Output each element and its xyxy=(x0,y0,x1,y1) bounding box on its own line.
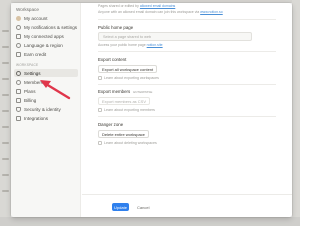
plans-icon xyxy=(16,88,21,94)
settings-icon xyxy=(16,70,21,76)
background-page-sidebar xyxy=(0,0,11,226)
sidebar-item-label: My connected apps xyxy=(24,33,64,39)
sidebar-item-label: Billing xyxy=(24,97,37,103)
export-members-heading: Export members ENTERPRISE xyxy=(98,89,153,94)
public-home-input[interactable]: Select a page shared to web xyxy=(98,32,252,41)
bell-icon xyxy=(16,24,21,30)
workspace-name[interactable]: Workspace xyxy=(16,7,39,12)
settings-sidebar: Workspace My account My notifications & … xyxy=(11,3,81,217)
public-home-heading: Public home page xyxy=(98,25,134,30)
section-divider xyxy=(98,84,276,85)
sidebar-item-label: My account xyxy=(24,15,48,21)
sidebar-item-label: Security & identity xyxy=(24,106,61,112)
sidebar-item-label: Integrations xyxy=(24,115,49,121)
public-home-hint: Access your public home page notion.site xyxy=(98,43,163,47)
delete-workspace-button[interactable]: Delete entire workspace xyxy=(98,130,149,138)
sidebar-item-connected-apps[interactable]: My connected apps xyxy=(14,32,78,40)
cancel-button[interactable]: Cancel xyxy=(137,203,149,211)
settings-modal: Workspace My account My notifications & … xyxy=(11,3,292,217)
delete-workspace-learn[interactable]: Learn about deleting workspaces xyxy=(98,141,157,145)
members-icon xyxy=(16,79,21,85)
domain-link[interactable]: allowed email domains xyxy=(140,4,175,8)
section-divider xyxy=(98,19,276,20)
sidebar-item-settings[interactable]: Settings xyxy=(14,69,78,77)
sidebar-item-notifications[interactable]: My notifications & settings xyxy=(14,23,78,31)
public-home-placeholder: Select a page shared to web xyxy=(103,34,152,39)
sidebar-item-label: Settings xyxy=(24,70,41,76)
update-button[interactable]: Update xyxy=(112,203,129,211)
modal-footer: Update Cancel xyxy=(82,194,292,217)
settings-content: Pages shared or edited by allowed email … xyxy=(82,3,292,217)
danger-zone-heading: Danger zone xyxy=(98,122,124,127)
grid-icon xyxy=(16,115,21,121)
sidebar-item-my-account[interactable]: My account xyxy=(14,14,78,22)
section-divider xyxy=(98,116,276,117)
sidebar-item-label: Earn credit xyxy=(24,51,47,57)
export-members-button[interactable]: Export members as CSV xyxy=(98,97,151,105)
shield-icon xyxy=(16,106,21,112)
public-home-link[interactable]: notion.site xyxy=(147,43,163,47)
export-members-learn[interactable]: Learn about exporting members xyxy=(98,108,155,112)
workspace-link[interactable]: www.notion.so xyxy=(200,10,223,14)
top-info-line: Pages shared or edited by allowed email … xyxy=(98,4,176,8)
sidebar-item-members[interactable]: Members xyxy=(14,78,78,86)
card-icon xyxy=(16,97,21,103)
sidebar-item-language[interactable]: Language & region xyxy=(14,41,78,49)
background-page-right xyxy=(292,0,300,226)
gift-icon xyxy=(16,51,21,57)
checkbox[interactable] xyxy=(98,141,102,145)
sidebar-item-label: Members xyxy=(24,79,44,85)
apps-icon xyxy=(16,33,21,39)
sidebar-item-earn-credit[interactable]: Earn credit xyxy=(14,50,78,58)
sidebar-item-label: Plans xyxy=(24,88,36,94)
sidebar-item-security[interactable]: Security & identity xyxy=(14,105,78,113)
export-content-learn[interactable]: Learn about exporting workspaces xyxy=(98,76,159,80)
export-content-heading: Export content xyxy=(98,57,127,62)
sidebar-item-billing[interactable]: Billing xyxy=(14,96,78,104)
checkbox[interactable] xyxy=(98,108,102,112)
export-content-button[interactable]: Export all workspace content xyxy=(98,65,158,73)
enterprise-badge: ENTERPRISE xyxy=(133,90,153,94)
sidebar-item-label: Language & region xyxy=(24,42,63,48)
background-bottom-bar xyxy=(0,217,300,226)
section-divider xyxy=(98,51,276,52)
sidebar-item-label: My notifications & settings xyxy=(24,24,78,30)
top-info-line-2: Anyone with an allowed email domain can … xyxy=(98,10,223,14)
globe-icon xyxy=(16,42,21,48)
checkbox[interactable] xyxy=(98,76,102,80)
workspace-section-label: WORKSPACE xyxy=(16,63,39,67)
sidebar-item-plans[interactable]: Plans xyxy=(14,87,78,95)
user-icon xyxy=(16,15,21,21)
sidebar-item-integrations[interactable]: Integrations xyxy=(14,114,78,122)
